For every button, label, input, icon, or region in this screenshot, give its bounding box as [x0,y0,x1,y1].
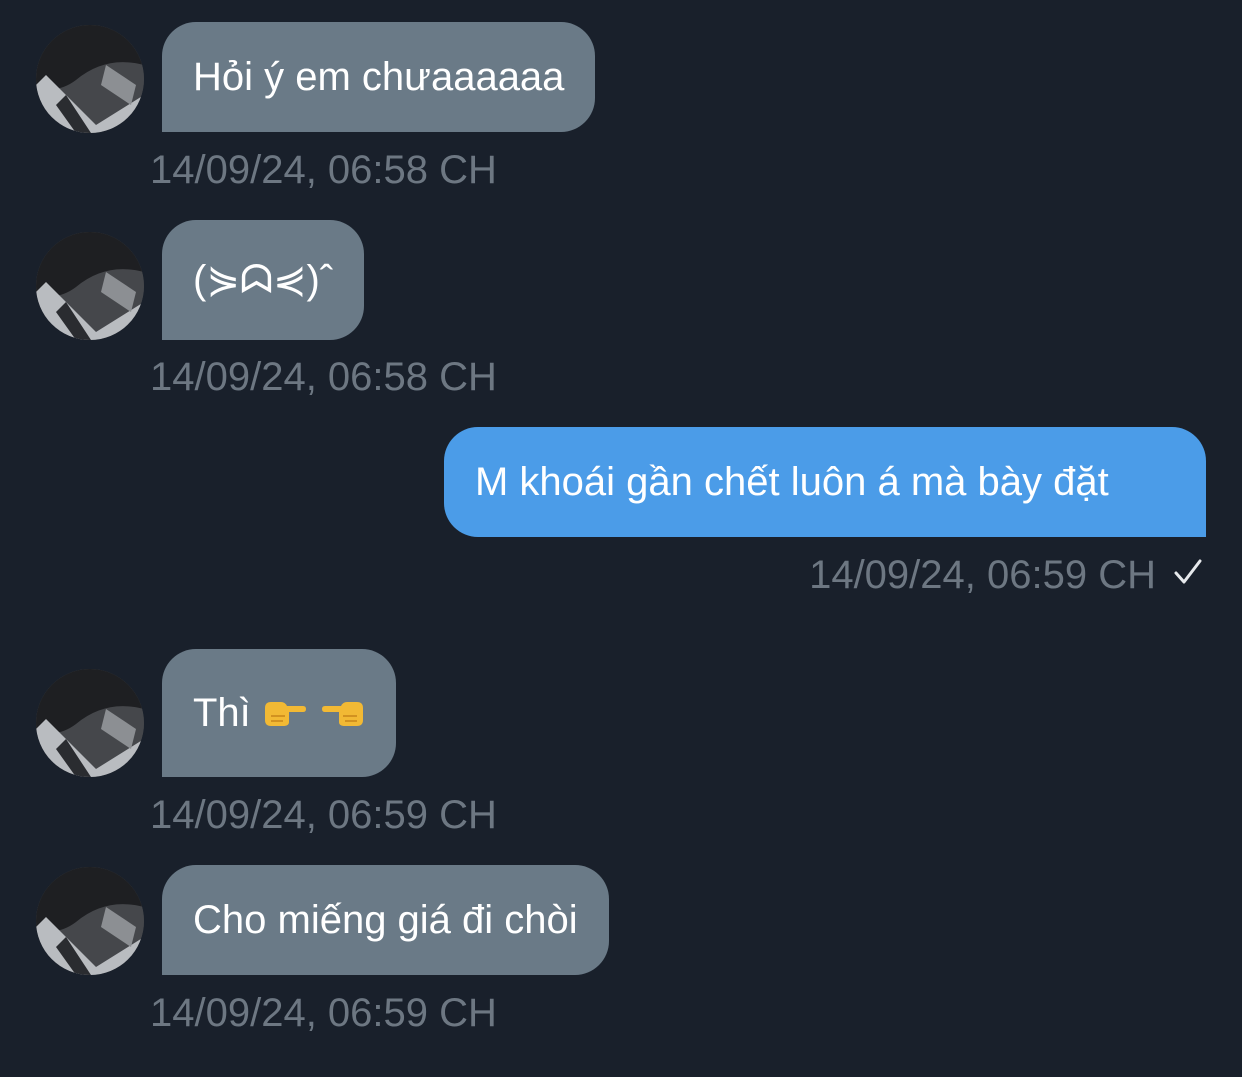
sender-avatar[interactable] [36,867,144,975]
message-timestamp: 14/09/24, 06:58 CH [150,355,497,399]
incoming-message-bubble[interactable]: Thì [162,649,396,777]
message-text: Thì [193,691,251,735]
message-text: (⋟ᗣ⋞)ˆ [193,258,334,302]
sender-avatar[interactable] [36,25,144,133]
pointing-right-hand-icon [263,698,307,728]
outgoing-message-bubble[interactable]: M khoái gần chết luôn á mà bày đặt [444,427,1206,537]
incoming-message-bubble[interactable]: Cho miếng giá đi chòi [162,865,609,975]
sender-avatar[interactable] [36,232,144,340]
pointing-left-hand-icon [321,698,365,728]
message-text: M khoái gần chết luôn á mà bày đặt [475,460,1109,504]
message-text: Cho miếng giá đi chòi [193,898,578,942]
message-timestamp: 14/09/24, 06:58 CH [150,148,497,192]
message-timestamp: 14/09/24, 06:59 CH [150,991,497,1035]
incoming-message-bubble[interactable]: (⋟ᗣ⋞)ˆ [162,220,365,340]
message-text: Hỏi ý em chưaaaaaa [193,55,565,99]
message-timestamp: 14/09/24, 06:59 CH [150,793,497,837]
timestamp-text: 14/09/24, 06:59 CH [809,553,1156,597]
message-timestamp: 14/09/24, 06:59 CH [809,555,1204,595]
sender-avatar[interactable] [36,669,144,777]
incoming-message-bubble[interactable]: Hỏi ý em chưaaaaaa [162,22,596,132]
checkmark-icon [1172,555,1204,595]
